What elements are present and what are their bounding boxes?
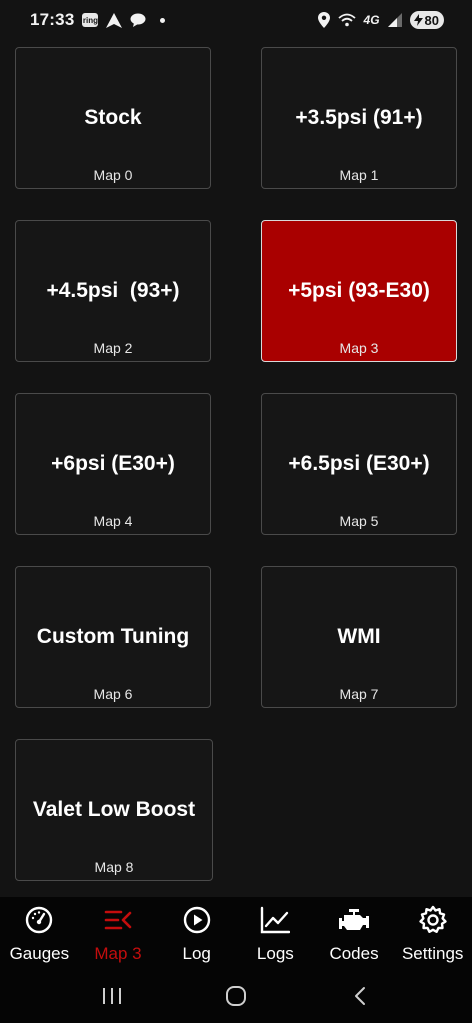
map-tile-6[interactable]: Custom Tuning Map 6 bbox=[15, 566, 211, 708]
map-number: Map 5 bbox=[339, 513, 379, 529]
map-name: +6.5psi (E30+) bbox=[288, 452, 430, 475]
map-tile-2[interactable]: +4.5psi (93+) Map 2 bbox=[15, 220, 211, 362]
nav-log[interactable]: Log bbox=[157, 897, 236, 969]
map-name: +3.5psi (91+) bbox=[295, 106, 423, 129]
status-time: 17:33 bbox=[30, 10, 75, 29]
map-name: WMI bbox=[337, 625, 381, 648]
status-bar: 17:33 ring 4G 80 bbox=[0, 0, 472, 40]
map-number: Map 1 bbox=[339, 167, 379, 183]
back-button[interactable] bbox=[340, 976, 380, 1016]
map-number: Map 3 bbox=[339, 340, 379, 356]
nav-logs[interactable]: Logs bbox=[236, 897, 315, 969]
map-tile-7[interactable]: WMI Map 7 bbox=[261, 566, 457, 708]
map-number: Map 4 bbox=[93, 513, 133, 529]
nav-gauges[interactable]: Gauges bbox=[0, 897, 79, 969]
nav-logs-label: Logs bbox=[256, 944, 294, 963]
home-button[interactable] bbox=[216, 976, 256, 1016]
location-icon bbox=[317, 12, 330, 28]
play-icon bbox=[183, 905, 211, 935]
gauge-icon bbox=[25, 905, 53, 935]
nav-settings[interactable]: Settings bbox=[393, 897, 472, 969]
map-tile-1[interactable]: +3.5psi (91+) Map 1 bbox=[261, 47, 457, 189]
nav-gauges-label: Gauges bbox=[9, 944, 70, 963]
nav-map-label: Map 3 bbox=[94, 944, 142, 963]
nav-codes[interactable]: Codes bbox=[315, 897, 394, 969]
map-name: +6psi (E30+) bbox=[51, 452, 175, 475]
engine-icon bbox=[338, 905, 370, 935]
gear-icon bbox=[418, 905, 448, 935]
map-number: Map 6 bbox=[93, 686, 133, 702]
map-name: Stock bbox=[84, 106, 142, 129]
map-name: +5psi (93-E30) bbox=[288, 279, 430, 302]
nav-settings-label: Settings bbox=[401, 944, 464, 963]
map-name: Custom Tuning bbox=[36, 625, 190, 648]
system-nav-bar bbox=[0, 969, 472, 1023]
map-icon bbox=[104, 905, 132, 935]
screen: 17:33 ring 4G 80 Stock Map 0 +3.5psi (91… bbox=[0, 0, 472, 1023]
battery-indicator: 80 bbox=[409, 11, 444, 29]
navigation-app-icon bbox=[106, 12, 123, 28]
map-number: Map 7 bbox=[339, 686, 379, 702]
map-tile-5[interactable]: +6.5psi (E30+) Map 5 bbox=[261, 393, 457, 535]
chat-bubble-icon bbox=[130, 13, 146, 28]
map-name: Valet Low Boost bbox=[32, 798, 196, 821]
battery-level: 80 bbox=[424, 12, 439, 28]
nav-codes-label: Codes bbox=[329, 944, 379, 963]
recent-apps-button[interactable] bbox=[92, 976, 132, 1016]
bottom-nav: Gauges Map 3 Log Logs Codes Settings bbox=[0, 897, 472, 969]
map-tile-8[interactable]: Valet Low Boost Map 8 bbox=[15, 739, 213, 881]
map-tile-0[interactable]: Stock Map 0 bbox=[15, 47, 211, 189]
ring-app-icon: ring bbox=[82, 13, 99, 27]
network-type: 4G bbox=[363, 13, 380, 27]
nav-map[interactable]: Map 3 bbox=[79, 897, 158, 969]
map-tile-3-selected[interactable]: +5psi (93-E30) Map 3 bbox=[261, 220, 457, 362]
map-number: Map 2 bbox=[93, 340, 133, 356]
wifi-icon bbox=[337, 13, 356, 27]
line-chart-icon bbox=[260, 905, 291, 935]
map-number: Map 0 bbox=[93, 167, 133, 183]
notification-dot-icon bbox=[160, 17, 166, 23]
map-number: Map 8 bbox=[94, 859, 134, 875]
nav-log-label: Log bbox=[182, 944, 211, 963]
map-tile-4[interactable]: +6psi (E30+) Map 4 bbox=[15, 393, 211, 535]
signal-icon bbox=[387, 13, 402, 27]
map-name: +4.5psi (93+) bbox=[46, 279, 180, 302]
